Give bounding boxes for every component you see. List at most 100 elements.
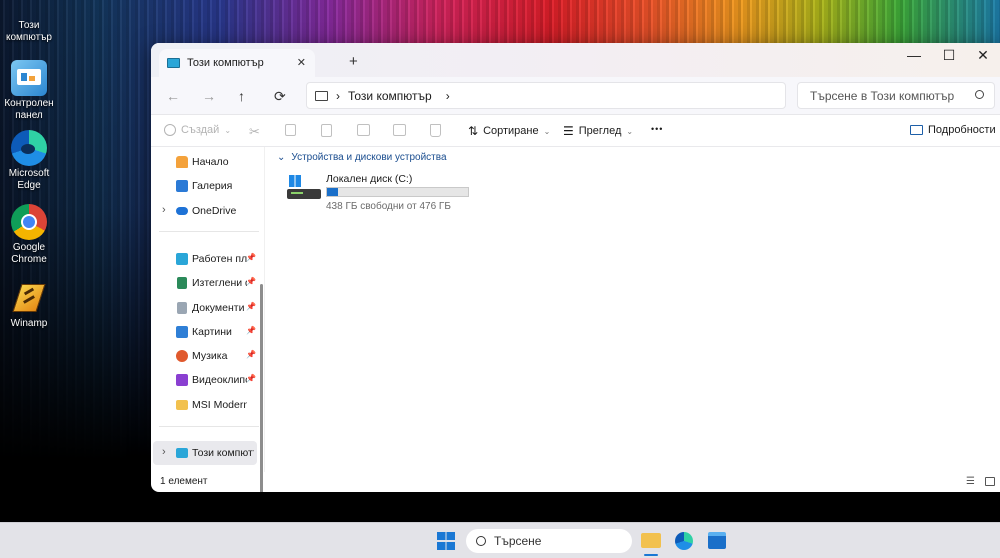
sidebar-item-this-pc[interactable]: › Този компютър — [153, 441, 257, 465]
up-button[interactable]: ↑ — [238, 88, 245, 104]
pin-icon: 📌 — [246, 374, 256, 383]
copy-icon[interactable] — [285, 124, 296, 136]
edge-taskbar-icon[interactable] — [675, 532, 693, 550]
videos-icon — [176, 374, 188, 386]
drive-usage-bar — [326, 187, 469, 197]
downloads-icon — [177, 277, 187, 289]
start-button[interactable] — [437, 532, 455, 550]
paste-icon[interactable] — [321, 124, 332, 137]
desktop-icon-label: Контролен панел — [4, 98, 54, 121]
view-button[interactable]: ☰ Преглед ⌄ — [563, 124, 633, 138]
sidebar-item-label: Документи — [192, 302, 245, 314]
close-window-button[interactable]: ✕ — [967, 47, 999, 64]
maximize-button[interactable]: ☐ — [933, 47, 965, 64]
status-bar: 1 елемент ☰ — [151, 472, 1000, 492]
sidebar-item-pictures[interactable]: Картини 📌 — [151, 320, 259, 344]
file-explorer-taskbar-icon[interactable] — [640, 528, 662, 556]
drive-tile-c[interactable]: Локален диск (C:) 438 ГБ свободни от 476… — [285, 171, 475, 213]
sidebar-scrollbar[interactable] — [260, 284, 263, 492]
sidebar-item-label: Видеоклипове — [192, 374, 247, 386]
tab-this-pc[interactable]: Този компютър ✕ — [159, 49, 315, 77]
tab-close-button[interactable]: ✕ — [297, 56, 306, 69]
taskbar-search[interactable]: Търсене — [466, 529, 632, 553]
sidebar-item-documents[interactable]: Документи 📌 — [151, 296, 259, 320]
sidebar-item-label: MSI Modern — [192, 399, 247, 411]
expand-chevron-icon[interactable]: › — [162, 204, 166, 216]
edge-icon — [11, 130, 47, 166]
group-header-devices[interactable]: ⌄ Устройства и дискови устройства — [277, 152, 447, 163]
sidebar-item-onedrive[interactable]: › OneDrive — [151, 199, 259, 223]
new-tab-button[interactable]: + — [349, 53, 358, 70]
sidebar-item-label: Изтеглени файлове — [192, 277, 247, 289]
sort-button[interactable]: ⇅ Сортиране ⌄ — [468, 124, 550, 138]
sidebar-item-label: OneDrive — [192, 205, 237, 217]
pin-icon: 📌 — [246, 350, 256, 359]
desktop-icon — [176, 253, 188, 265]
title-bar: Този компютър ✕ + — ☐ ✕ — [151, 43, 1000, 77]
desktop-icon-edge[interactable]: Microsoft Edge — [2, 130, 56, 192]
drive-name: Локален диск (C:) — [326, 173, 413, 185]
winamp-icon — [11, 280, 47, 316]
onedrive-icon — [176, 207, 188, 215]
desktop-icon-label: Winamp — [10, 318, 48, 329]
sidebar-item-gallery[interactable]: Галерия — [151, 174, 259, 198]
sort-icon: ⇅ — [468, 124, 479, 138]
back-button[interactable]: ← — [166, 88, 180, 104]
expand-chevron-icon[interactable]: › — [162, 446, 166, 458]
details-button[interactable]: Подробности — [910, 124, 996, 136]
new-label: Създай — [181, 124, 220, 136]
new-button[interactable]: Създай ⌄ — [164, 124, 231, 136]
address-input[interactable]: › Този компютър › — [306, 82, 786, 109]
search-placeholder: Търсене в Този компютър — [810, 88, 955, 103]
sidebar-item-downloads[interactable]: Изтеглени файлове 📌 — [151, 271, 259, 295]
share-icon[interactable] — [393, 124, 406, 136]
more-options-button[interactable]: ••• — [651, 124, 663, 134]
desktop-icon-this-pc[interactable]: Този компютър — [2, 0, 56, 44]
desktop-icon-winamp[interactable]: Winamp — [2, 280, 56, 330]
desktop-icon-label: Google Chrome — [11, 242, 47, 265]
breadcrumb-chevron[interactable]: › — [446, 89, 450, 103]
music-icon — [176, 350, 188, 362]
sidebar-item-desktop[interactable]: Работен плот 📌 — [151, 247, 259, 271]
drive-free-space: 438 ГБ свободни от 476 ГБ — [326, 201, 451, 212]
sidebar-item-label: Работен плот — [192, 253, 247, 265]
forward-button[interactable]: → — [202, 88, 216, 104]
store-taskbar-icon[interactable] — [708, 532, 726, 549]
command-bar: Създай ⌄ ✂ ⇅ Сортиране ⌄ ☰ Преглед ⌄ •••… — [151, 115, 1000, 147]
monitor-icon — [315, 90, 328, 101]
view-label: Преглед — [578, 125, 622, 137]
desktop-icon-control-panel[interactable]: Контролен панел — [2, 60, 56, 122]
windows-logo-icon — [289, 175, 301, 187]
plus-circle-icon — [164, 124, 176, 136]
sidebar-item-videos[interactable]: Видеоклипове 📌 — [151, 368, 259, 392]
drive-icon — [287, 175, 321, 201]
tiles-view-icon[interactable] — [985, 477, 995, 486]
pin-icon: 📌 — [246, 277, 256, 286]
sidebar-item-music[interactable]: Музика 📌 — [151, 344, 259, 368]
chevron-down-icon: ⌄ — [224, 125, 232, 135]
desktop-icon-label: Този компютър — [5, 20, 52, 43]
details-view-icon[interactable]: ☰ — [966, 476, 975, 487]
refresh-button[interactable]: ⟳ — [274, 88, 286, 105]
file-explorer-window: Този компютър ✕ + — ☐ ✕ ← → ↑ ⟳ › Този к… — [151, 43, 1000, 492]
desktop-icon-label: Microsoft Edge — [8, 168, 50, 191]
sidebar-item-label: Картини — [192, 326, 232, 338]
desktop-icon-chrome[interactable]: Google Chrome — [2, 204, 56, 266]
sidebar-item-label: Галерия — [192, 180, 233, 192]
pin-icon: 📌 — [246, 253, 256, 262]
details-pane-icon — [910, 125, 923, 135]
monitor-icon — [167, 58, 180, 68]
search-input[interactable]: Търсене в Този компютър — [797, 82, 995, 109]
pin-icon: 📌 — [246, 326, 256, 335]
rename-icon[interactable] — [357, 124, 370, 136]
taskbar-search-label: Търсене — [494, 534, 542, 548]
home-icon — [176, 156, 188, 168]
cut-icon[interactable]: ✂ — [249, 124, 260, 140]
group-header-label: Устройства и дискови устройства — [291, 152, 447, 163]
breadcrumb-this-pc[interactable]: Този компютър — [348, 89, 432, 103]
minimize-button[interactable]: — — [898, 47, 930, 63]
this-pc-icon — [176, 448, 188, 458]
delete-icon[interactable] — [430, 124, 441, 137]
sidebar-item-home[interactable]: Начало — [151, 150, 259, 174]
sidebar-item-msi-modern[interactable]: MSI Modern — [151, 393, 259, 417]
